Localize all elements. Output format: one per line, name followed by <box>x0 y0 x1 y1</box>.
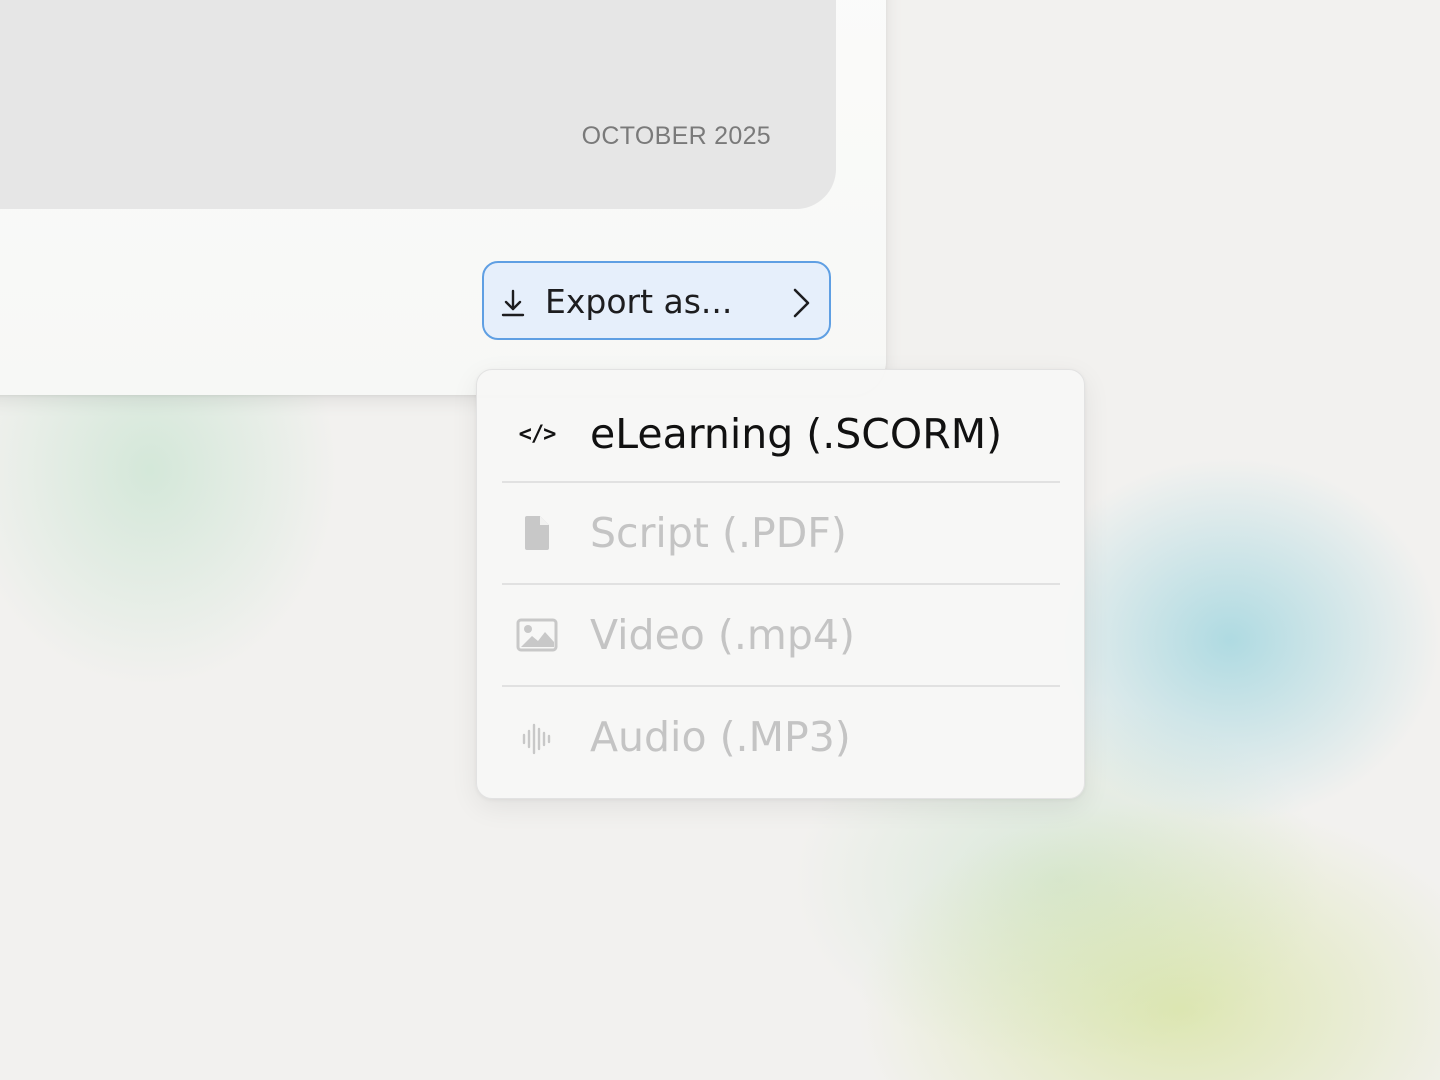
image-icon <box>515 615 559 655</box>
document-icon <box>515 513 559 553</box>
menu-item-label: Script (.PDF) <box>590 509 847 557</box>
menu-item-script-pdf[interactable]: Script (.PDF) <box>502 481 1060 583</box>
menu-item-label: Audio (.MP3) <box>590 713 851 761</box>
code-icon: </> <box>518 421 557 447</box>
menu-item-video-mp4[interactable]: Video (.mp4) <box>502 583 1060 685</box>
export-as-button[interactable]: Export as... <box>482 261 831 340</box>
menu-item-audio-mp3[interactable]: Audio (.MP3) <box>502 685 1060 787</box>
menu-item-label: Video (.mp4) <box>590 611 855 659</box>
export-as-label: Export as... <box>545 282 733 321</box>
preview-date: OCTOBER 2025 <box>581 122 771 150</box>
audio-waveform-icon <box>515 719 559 759</box>
export-menu: </> eLearning (.SCORM) Script (.PDF) Vid… <box>476 369 1085 799</box>
menu-item-label: eLearning (.SCORM) <box>590 410 1003 458</box>
project-preview[interactable]: OCTOBER 2025 <box>0 0 836 209</box>
menu-item-elearning-scorm[interactable]: </> eLearning (.SCORM) <box>502 388 1060 488</box>
chevron-right-icon <box>793 288 810 318</box>
download-icon <box>501 289 525 317</box>
